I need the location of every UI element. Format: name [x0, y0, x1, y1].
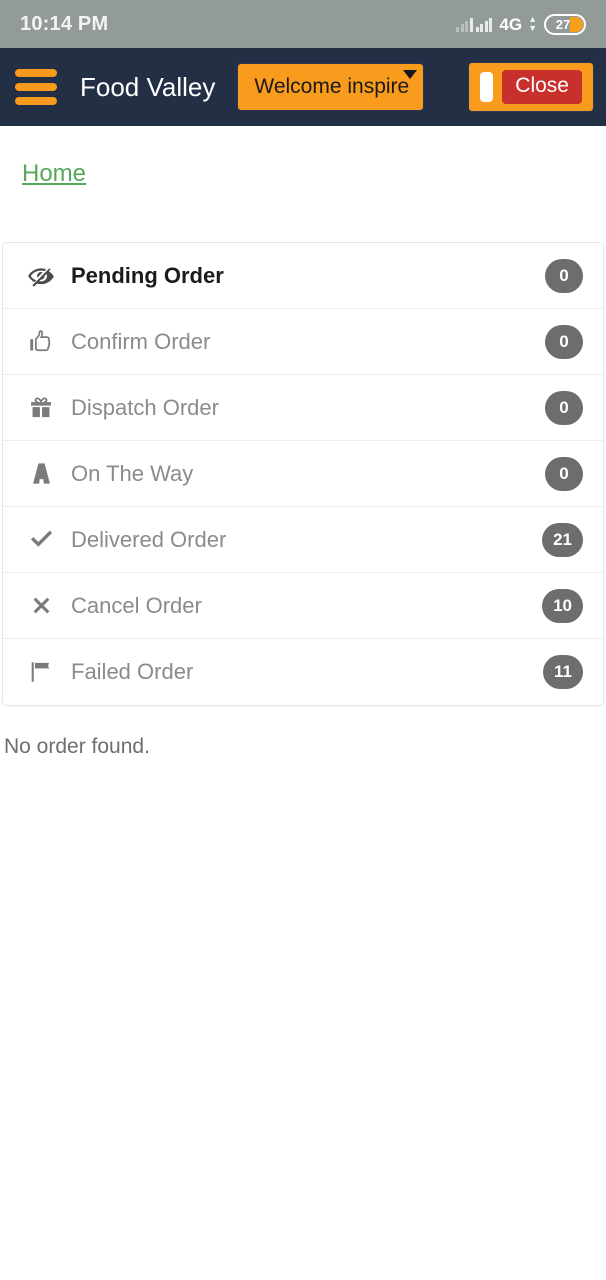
page-content: Home Pending Order 0 Confirm Order 0 Dis…: [0, 126, 606, 759]
status-badge: 0: [545, 258, 583, 293]
status-bar: 10:14 PM 4G ▲ ▼ 27: [0, 0, 606, 48]
list-item-label: Dispatch Order: [71, 394, 219, 420]
status-indicators: 4G ▲ ▼ 27: [456, 13, 586, 35]
app-title: Food Valley: [80, 71, 216, 102]
list-item-failed-order[interactable]: Failed Order 11: [3, 639, 603, 705]
status-badge: 21: [542, 522, 583, 557]
list-item-label: Confirm Order: [71, 328, 211, 354]
list-item-label: On The Way: [71, 460, 194, 486]
list-item-on-the-way[interactable]: On The Way 0: [3, 441, 603, 507]
status-badge: 0: [545, 456, 583, 491]
check-icon: [21, 526, 61, 553]
list-item-dispatch-order[interactable]: Dispatch Order 0: [3, 375, 603, 441]
chevron-down-icon: [403, 70, 418, 79]
battery-icon: 27: [544, 13, 586, 35]
empty-state-message: No order found.: [4, 735, 150, 758]
times-icon: [21, 593, 61, 618]
eye-slash-icon: [21, 262, 61, 290]
power-icon: [480, 71, 494, 102]
list-item-label: Delivered Order: [71, 526, 227, 552]
gift-icon: [21, 395, 61, 421]
status-badge: 0: [545, 390, 583, 425]
user-menu-label: Welcome inspire: [254, 75, 410, 98]
thumbs-up-icon: [21, 328, 61, 355]
list-item-pending-order[interactable]: Pending Order 0: [3, 243, 603, 309]
status-badge: 10: [542, 588, 583, 623]
order-status-list: Pending Order 0 Confirm Order 0 Dispatch…: [2, 242, 604, 706]
list-item-confirm-order[interactable]: Confirm Order 0: [3, 309, 603, 375]
status-badge: 11: [543, 655, 583, 689]
close-button-label: Close: [502, 69, 582, 105]
close-button[interactable]: Close: [468, 61, 594, 113]
list-item-label: Pending Order: [71, 262, 224, 288]
data-transfer-icon: ▲ ▼: [528, 14, 537, 33]
user-menu-button[interactable]: Welcome inspire: [237, 63, 425, 111]
flag-icon: [21, 659, 61, 685]
status-time: 10:14 PM: [20, 12, 109, 35]
network-type-label: 4G: [499, 14, 523, 34]
list-item-label: Cancel Order: [71, 592, 202, 618]
list-item-label: Failed Order: [71, 659, 194, 684]
battery-percent-label: 27: [555, 16, 571, 32]
signal-bars-icon: [456, 16, 493, 32]
breadcrumb-home-link[interactable]: Home: [0, 126, 606, 188]
hamburger-menu-icon[interactable]: [14, 67, 58, 107]
app-navbar: Food Valley Welcome inspire Close: [0, 48, 606, 126]
list-item-delivered-order[interactable]: Delivered Order 21: [3, 507, 603, 573]
status-badge: 0: [545, 324, 583, 359]
road-icon: [21, 460, 61, 487]
list-item-cancel-order[interactable]: Cancel Order 10: [3, 573, 603, 639]
